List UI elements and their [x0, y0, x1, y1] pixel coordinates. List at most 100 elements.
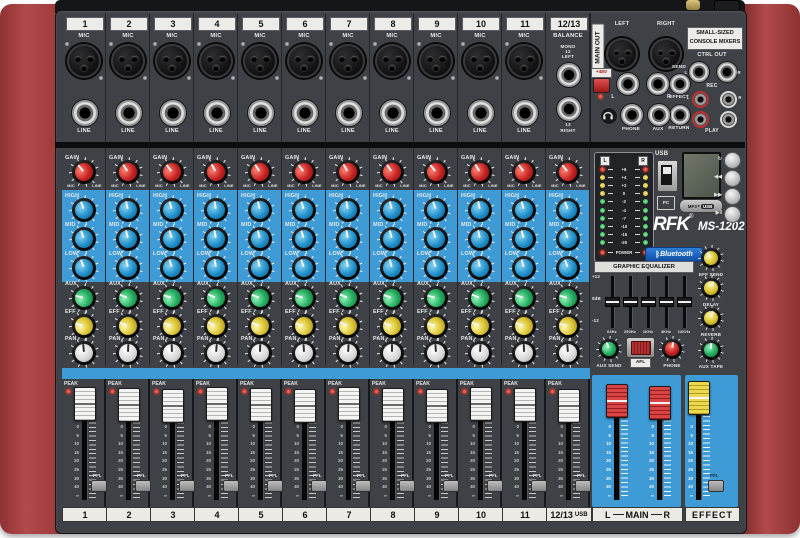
- ch7-fader[interactable]: [338, 387, 360, 421]
- ch12-13-low-knob[interactable]: [553, 253, 583, 283]
- ch10-pfl-button[interactable]: [487, 480, 503, 492]
- ch8-fader[interactable]: [382, 388, 404, 422]
- ch7-high-knob[interactable]: [333, 195, 363, 225]
- ch9-pan-knob[interactable]: [421, 338, 451, 368]
- ch10-pan-knob[interactable]: [465, 338, 495, 368]
- ch12-13-fader[interactable]: [558, 389, 580, 423]
- ch2-pfl-button[interactable]: [135, 480, 151, 492]
- eq-band-slider-0[interactable]: [605, 297, 620, 307]
- ch8-high-knob[interactable]: [377, 195, 407, 225]
- ch4-pfl-button[interactable]: [223, 480, 239, 492]
- ch3-pfl-button[interactable]: [179, 480, 195, 492]
- ch5-pan-knob[interactable]: [245, 338, 275, 368]
- ch5-gain-knob[interactable]: [245, 157, 275, 187]
- ch10-gain-knob[interactable]: [465, 157, 495, 187]
- ch9-mid-knob[interactable]: [421, 224, 451, 254]
- mode-button[interactable]: [724, 152, 741, 169]
- ch1-high-knob[interactable]: [69, 195, 99, 225]
- ch6-pfl-button[interactable]: [311, 480, 327, 492]
- main-r-fader[interactable]: [649, 386, 671, 420]
- ch5-fader[interactable]: [250, 388, 272, 422]
- ch4-pan-knob[interactable]: [201, 338, 231, 368]
- eq-band-slider-2[interactable]: [641, 297, 656, 307]
- ch9-gain-knob[interactable]: [421, 157, 451, 187]
- ch9-pfl-button[interactable]: [443, 480, 459, 492]
- ch10-high-knob[interactable]: [465, 195, 495, 225]
- ch9-high-knob[interactable]: [421, 195, 451, 225]
- ch10-mid-knob[interactable]: [465, 224, 495, 254]
- ch8-mid-knob[interactable]: [377, 224, 407, 254]
- eq-band-slider-3[interactable]: [659, 297, 674, 307]
- ch4-gain-knob[interactable]: [201, 157, 231, 187]
- ch1-pfl-button[interactable]: [91, 480, 107, 492]
- ch2-fader[interactable]: [118, 388, 140, 422]
- ch6-gain-knob[interactable]: [289, 157, 319, 187]
- eq-band-slider-1[interactable]: [623, 297, 638, 307]
- ch11-pan-knob[interactable]: [509, 338, 539, 368]
- ch3-high-knob[interactable]: [157, 195, 187, 225]
- ch3-pan-knob[interactable]: [157, 338, 187, 368]
- ch11-fader[interactable]: [514, 388, 536, 422]
- ch4-low-knob[interactable]: [201, 253, 231, 283]
- ch10-low-knob[interactable]: [465, 253, 495, 283]
- ch12-13-high-knob[interactable]: [553, 195, 583, 225]
- ch5-mid-knob[interactable]: [245, 224, 275, 254]
- ch3-gain-knob[interactable]: [157, 157, 187, 187]
- ch12-13-mid-knob[interactable]: [553, 224, 583, 254]
- ch8-low-knob[interactable]: [377, 253, 407, 283]
- ch5-low-knob[interactable]: [245, 253, 275, 283]
- ch11-pfl-button[interactable]: [531, 480, 547, 492]
- ch7-gain-knob[interactable]: [333, 157, 363, 187]
- usb-port[interactable]: [657, 160, 678, 192]
- ch2-pan-knob[interactable]: [113, 338, 143, 368]
- phone-knob[interactable]: [659, 336, 685, 362]
- ch3-fader[interactable]: [162, 389, 184, 423]
- play-pause-button[interactable]: [724, 206, 741, 223]
- ch11-high-knob[interactable]: [509, 195, 539, 225]
- reverb-knob[interactable]: [698, 305, 724, 331]
- ch11-low-knob[interactable]: [509, 253, 539, 283]
- ch5-high-knob[interactable]: [245, 195, 275, 225]
- next-button[interactable]: [724, 188, 741, 205]
- ch12-13-pan-knob[interactable]: [553, 338, 583, 368]
- ch11-gain-knob[interactable]: [509, 157, 539, 187]
- ch6-pan-knob[interactable]: [289, 338, 319, 368]
- ch6-low-knob[interactable]: [289, 253, 319, 283]
- ch4-fader[interactable]: [206, 387, 228, 421]
- ch7-pan-knob[interactable]: [333, 338, 363, 368]
- ch5-pfl-button[interactable]: [267, 480, 283, 492]
- effect-pfl-button[interactable]: [708, 480, 724, 492]
- ch8-pan-knob[interactable]: [377, 338, 407, 368]
- ch11-mid-knob[interactable]: [509, 224, 539, 254]
- ch2-high-knob[interactable]: [113, 195, 143, 225]
- ch7-mid-knob[interactable]: [333, 224, 363, 254]
- ch6-mid-knob[interactable]: [289, 224, 319, 254]
- eff-send-knob[interactable]: [698, 245, 724, 271]
- ch2-low-knob[interactable]: [113, 253, 143, 283]
- ch4-mid-knob[interactable]: [201, 224, 231, 254]
- ch3-low-knob[interactable]: [157, 253, 187, 283]
- ch1-low-knob[interactable]: [69, 253, 99, 283]
- ch1-fader[interactable]: [74, 387, 96, 421]
- ch1-pan-knob[interactable]: [69, 338, 99, 368]
- delay-knob[interactable]: [698, 275, 724, 301]
- ch1-mid-knob[interactable]: [69, 224, 99, 254]
- ch10-fader[interactable]: [470, 387, 492, 421]
- main-l-fader[interactable]: [606, 384, 628, 418]
- ch6-fader[interactable]: [294, 389, 316, 423]
- aux-tape-knob[interactable]: [698, 337, 724, 363]
- ch3-mid-knob[interactable]: [157, 224, 187, 254]
- ch12-13-pfl-button[interactable]: [575, 480, 591, 492]
- ch2-mid-knob[interactable]: [113, 224, 143, 254]
- effect-fader[interactable]: [688, 381, 710, 415]
- ch2-gain-knob[interactable]: [113, 157, 143, 187]
- afl-button[interactable]: [631, 341, 651, 355]
- ch1-gain-knob[interactable]: [69, 157, 99, 187]
- ch4-high-knob[interactable]: [201, 195, 231, 225]
- aux-send-knob[interactable]: [596, 336, 622, 362]
- ch8-gain-knob[interactable]: [377, 157, 407, 187]
- ch9-low-knob[interactable]: [421, 253, 451, 283]
- ch6-high-knob[interactable]: [289, 195, 319, 225]
- previous-button[interactable]: [724, 170, 741, 187]
- ch12-13-gain-knob[interactable]: [553, 157, 583, 187]
